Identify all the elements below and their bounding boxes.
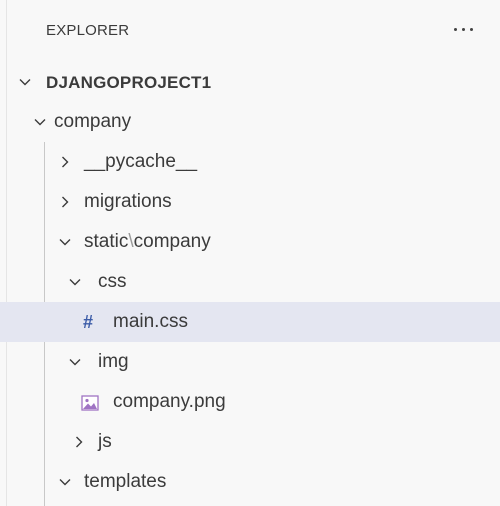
chevron-down-icon (68, 355, 82, 369)
tree-file-company-png[interactable]: company.png (0, 382, 500, 422)
tree-root-folder[interactable]: DJANGOPROJECT1 (0, 62, 500, 102)
chevron-right-icon (72, 435, 86, 449)
chevron-down-icon (33, 115, 47, 129)
explorer-title: EXPLORER (46, 22, 130, 39)
folder-label: company (54, 111, 132, 132)
explorer-header: EXPLORER (0, 0, 500, 62)
tree-folder-css[interactable]: css (0, 262, 500, 302)
chevron-down-icon (58, 235, 72, 249)
chevron-right-icon (58, 155, 72, 169)
folder-label: css (98, 271, 127, 292)
tree-folder-migrations[interactable]: migrations (0, 182, 500, 222)
chevron-down-icon (68, 275, 82, 289)
explorer-panel: EXPLORER DJANGOPROJECT1 company __pycach… (0, 0, 500, 506)
chevron-down-icon (58, 475, 72, 489)
ellipsis-icon (453, 27, 473, 31)
image-file-icon (81, 395, 99, 411)
folder-label: migrations (84, 191, 172, 212)
chevron-right-icon (58, 195, 72, 209)
folder-label: templates (84, 471, 167, 492)
tree-folder-js[interactable]: js (0, 422, 500, 462)
tree-folder-company[interactable]: company (0, 102, 500, 142)
file-label: company.png (113, 391, 226, 412)
compact-folder-company[interactable]: company (134, 231, 211, 252)
chevron-down-icon (18, 75, 32, 89)
tree-folder-templates[interactable]: templates (0, 462, 500, 502)
folder-label-compact: static\company (84, 231, 211, 253)
folder-label: __pycache__ (84, 151, 198, 172)
tree-file-main-css[interactable]: # main.css (0, 302, 500, 342)
tree-folder-pycache[interactable]: __pycache__ (0, 142, 500, 182)
compact-folder-static[interactable]: static (84, 231, 128, 252)
file-label: main.css (113, 311, 188, 332)
folder-label: img (98, 351, 129, 372)
tree-folder-static-company[interactable]: static\company (0, 222, 500, 262)
tree-folder-img[interactable]: img (0, 342, 500, 382)
folder-label: js (98, 431, 112, 452)
more-actions-button[interactable] (448, 16, 478, 42)
root-folder-label: DJANGOPROJECT1 (46, 73, 212, 92)
css-file-icon: # (83, 312, 94, 332)
